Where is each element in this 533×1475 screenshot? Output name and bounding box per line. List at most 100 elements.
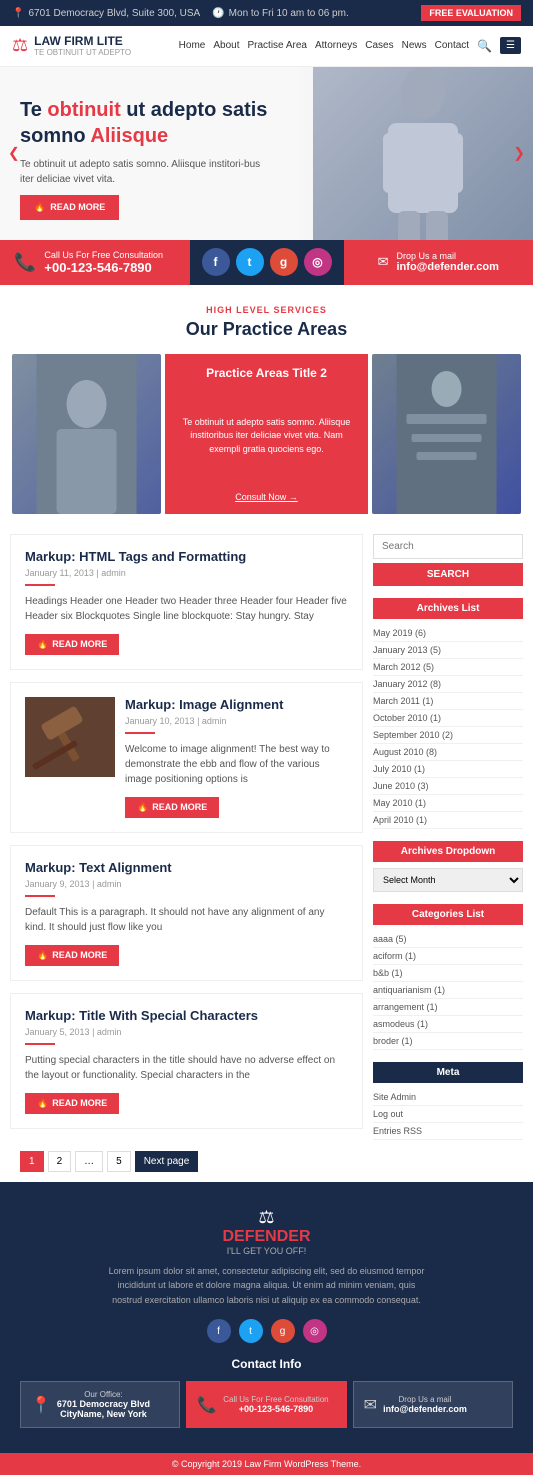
post-2-title: Markup: Image Alignment xyxy=(125,697,348,712)
post-2-read-more-button[interactable]: 🔥 READ MORE xyxy=(125,797,219,818)
hamburger-icon[interactable]: ☰ xyxy=(500,37,521,54)
category-item-4[interactable]: arrangement (1) xyxy=(373,999,523,1016)
phone-icon: 📞 xyxy=(14,252,36,273)
post-1-title: Markup: HTML Tags and Formatting xyxy=(25,549,348,564)
gavel-svg xyxy=(25,697,115,777)
footer-office-info: Our Office: 6701 Democracy Blvd CityName… xyxy=(57,1390,150,1419)
meta-item-2[interactable]: Entries RSS xyxy=(373,1123,523,1140)
archive-item-10[interactable]: May 2010 (1) xyxy=(373,795,523,812)
post-2-with-image: Markup: Image Alignment January 10, 2013… xyxy=(25,697,348,818)
footer-tagline: I'LL GET YOU OFF! xyxy=(20,1246,513,1256)
footer-phone-icon: 📞 xyxy=(197,1395,217,1415)
category-item-2[interactable]: b&b (1) xyxy=(373,965,523,982)
category-item-3[interactable]: antiquarianism (1) xyxy=(373,982,523,999)
post-1-read-more-label: READ MORE xyxy=(52,639,107,649)
hours-item: 🕐 Mon to Fri 10 am to 06 pm. xyxy=(212,8,349,19)
post-3-text: Default This is a paragraph. It should n… xyxy=(25,905,348,935)
footer-phone-info: Call Us For Free Consultation +00-123-54… xyxy=(223,1395,328,1414)
hero-read-more-button[interactable]: 🔥 READ MORE xyxy=(20,195,119,220)
footer-google-icon[interactable]: g xyxy=(271,1319,295,1343)
archive-item-8[interactable]: July 2010 (1) xyxy=(373,761,523,778)
page-1-button[interactable]: 1 xyxy=(20,1151,44,1172)
next-page-button[interactable]: Next page xyxy=(135,1151,199,1172)
search-button[interactable]: SEARCH xyxy=(373,563,523,586)
categories-section: Categories List aaaa (5) aciform (1) b&b… xyxy=(373,904,523,1050)
search-icon[interactable]: 🔍 xyxy=(477,39,492,53)
post-3-read-more-button[interactable]: 🔥 READ MORE xyxy=(25,945,119,966)
social-bar: f t g ◎ xyxy=(190,240,344,285)
archive-item-1[interactable]: January 2013 (5) xyxy=(373,642,523,659)
page-dots-button[interactable]: … xyxy=(75,1151,103,1172)
archive-item-2[interactable]: March 2012 (5) xyxy=(373,659,523,676)
meta-item-1[interactable]: Log out xyxy=(373,1106,523,1123)
main-content: Markup: HTML Tags and Formatting January… xyxy=(10,534,363,1182)
footer-location-icon: 📍 xyxy=(31,1395,51,1415)
category-item-1[interactable]: aciform (1) xyxy=(373,948,523,965)
category-item-5[interactable]: asmodeus (1) xyxy=(373,1016,523,1033)
phone-number: +00-123-546-7890 xyxy=(44,260,163,275)
archive-item-5[interactable]: October 2010 (1) xyxy=(373,710,523,727)
post-2-meta: January 10, 2013 | admin xyxy=(125,716,348,726)
post-4-meta: January 5, 2013 | admin xyxy=(25,1027,348,1037)
practice-section: HIGH LEVEL SERVICES Our Practice Areas P… xyxy=(0,285,533,534)
google-icon[interactable]: g xyxy=(270,248,298,276)
top-bar-left: 📍 6701 Democracy Blvd, Suite 300, USA 🕐 … xyxy=(12,8,349,19)
content-area: Markup: HTML Tags and Formatting January… xyxy=(0,534,533,1182)
hero-subtitle: Te obtinuit ut adepto satis somno. Aliis… xyxy=(20,157,270,187)
nav-attorneys[interactable]: Attorneys xyxy=(315,40,357,51)
archive-item-11[interactable]: April 2010 (1) xyxy=(373,812,523,829)
post-1-read-more-button[interactable]: 🔥 READ MORE xyxy=(25,634,119,655)
footer-phone-value: +00-123-546-7890 xyxy=(223,1404,328,1414)
archive-item-9[interactable]: June 2010 (3) xyxy=(373,778,523,795)
nav-cases[interactable]: Cases xyxy=(365,40,393,51)
hero-section: ❮ Te obtinuit ut adepto satis somno Alii… xyxy=(0,67,533,240)
archive-item-6[interactable]: September 2010 (2) xyxy=(373,727,523,744)
page-2-button[interactable]: 2 xyxy=(48,1151,72,1172)
archive-item-7[interactable]: August 2010 (8) xyxy=(373,744,523,761)
post-4-author: admin xyxy=(97,1027,122,1037)
footer-instagram-icon[interactable]: ◎ xyxy=(303,1319,327,1343)
nav-home[interactable]: Home xyxy=(179,40,206,51)
footer-main: ⚖ DEFENDER I'LL GET YOU OFF! Lorem ipsum… xyxy=(0,1182,533,1453)
nav-contact[interactable]: Contact xyxy=(435,40,469,51)
free-eval-button[interactable]: FREE EVALUATION xyxy=(421,5,521,21)
hero-next-arrow[interactable]: ❯ xyxy=(513,145,525,162)
footer-phone-label: Call Us For Free Consultation xyxy=(223,1395,328,1404)
nav-practice[interactable]: Practise Area xyxy=(248,40,307,51)
post-4-read-more-button[interactable]: 🔥 READ MORE xyxy=(25,1093,119,1114)
archive-item-4[interactable]: March 2011 (1) xyxy=(373,693,523,710)
twitter-icon[interactable]: t xyxy=(236,248,264,276)
search-input[interactable] xyxy=(373,534,523,559)
hero-prev-arrow[interactable]: ❮ xyxy=(8,145,20,162)
archive-item-3[interactable]: January 2012 (8) xyxy=(373,676,523,693)
navigation: ⚖ LAW FIRM LITE TE OBTINUIT UT ADEPTO Ho… xyxy=(0,26,533,67)
archives-title: Archives List xyxy=(373,598,523,619)
archive-item-0[interactable]: May 2019 (6) xyxy=(373,625,523,642)
category-item-0[interactable]: aaaa (5) xyxy=(373,931,523,948)
post-3-author: admin xyxy=(97,879,122,889)
post-4-read-more-label: READ MORE xyxy=(52,1098,107,1108)
hero-image-placeholder xyxy=(313,67,533,240)
footer-twitter-icon[interactable]: t xyxy=(239,1319,263,1343)
post-2-body: Markup: Image Alignment January 10, 2013… xyxy=(125,697,348,818)
footer-facebook-icon[interactable]: f xyxy=(207,1319,231,1343)
meta-item-0[interactable]: Site Admin xyxy=(373,1089,523,1106)
archives-dropdown[interactable]: Select Month xyxy=(373,868,523,892)
practice-grid: Practice Areas Title 2 Te obtinuit ut ad… xyxy=(12,354,521,514)
category-item-6[interactable]: broder (1) xyxy=(373,1033,523,1050)
contact-phone-block: 📞 Call Us For Free Consultation +00-123-… xyxy=(0,240,190,285)
page-5-button[interactable]: 5 xyxy=(107,1151,131,1172)
footer-email-info: Drop Us a mail info@defender.com xyxy=(383,1395,467,1414)
footer-social: f t g ◎ xyxy=(20,1319,513,1343)
post-2-read-more-icon: 🔥 xyxy=(137,802,148,813)
facebook-icon[interactable]: f xyxy=(202,248,230,276)
nav-about[interactable]: About xyxy=(213,40,239,51)
phone-label: Call Us For Free Consultation xyxy=(44,250,163,260)
hero-image xyxy=(313,67,533,240)
mail-icon: ✉ xyxy=(378,254,389,270)
nav-news[interactable]: News xyxy=(402,40,427,51)
instagram-icon[interactable]: ◎ xyxy=(304,248,332,276)
practice-tag: HIGH LEVEL SERVICES xyxy=(12,305,521,315)
consult-link[interactable]: Consult Now → xyxy=(177,492,356,502)
post-4-text: Putting special characters in the title … xyxy=(25,1053,348,1083)
